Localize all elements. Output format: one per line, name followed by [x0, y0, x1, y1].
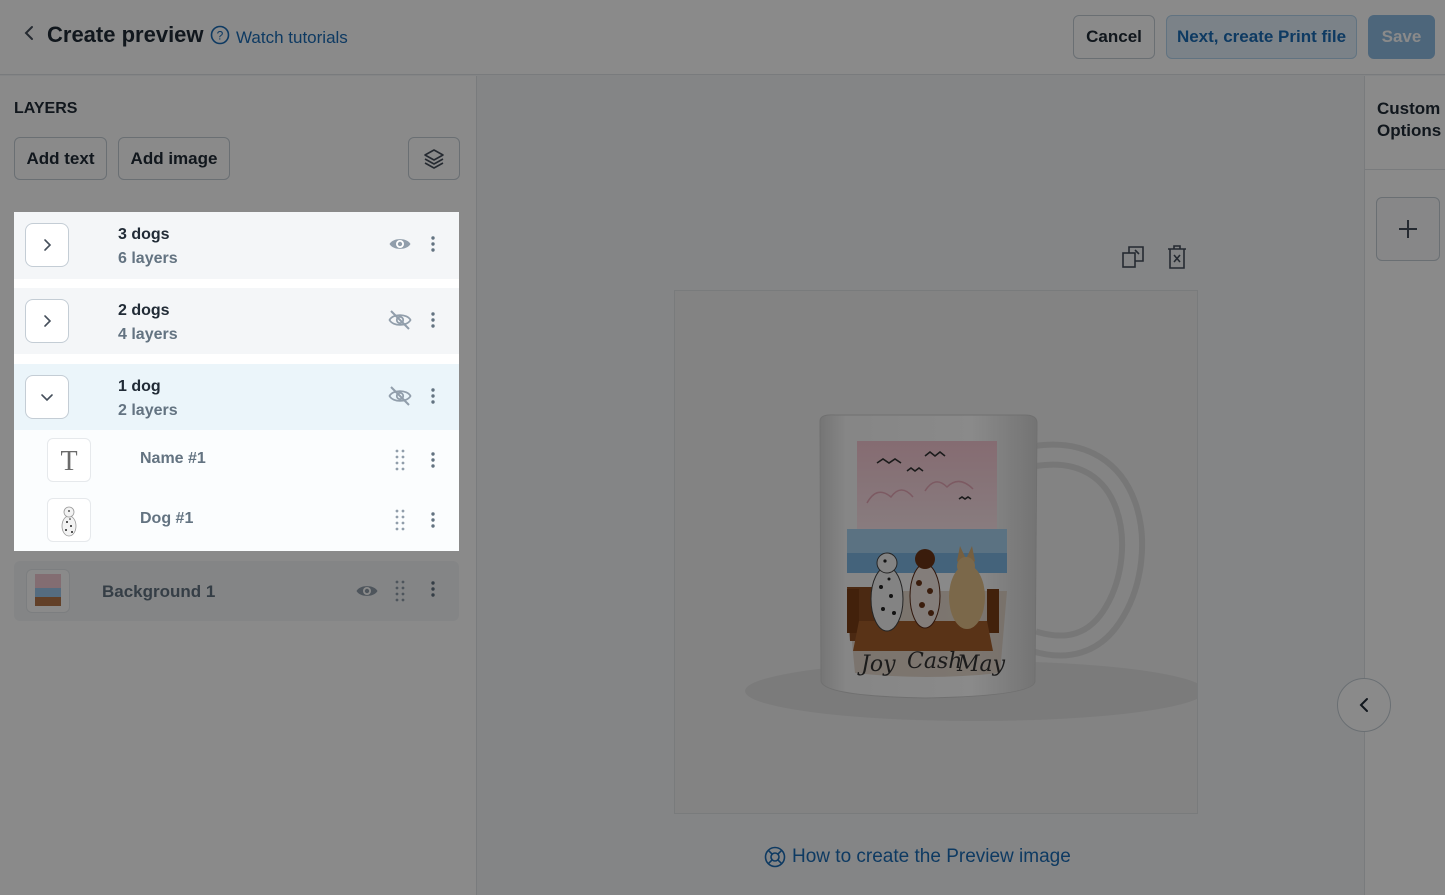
preview-canvas[interactable]: Joy Cash May	[674, 290, 1198, 814]
expand-button[interactable]	[25, 299, 69, 343]
group-layer-count: 4 layers	[118, 326, 178, 343]
background-thumb	[26, 569, 70, 613]
group-name: 1 dog	[118, 378, 161, 395]
drag-handle-icon[interactable]	[394, 447, 406, 473]
chevron-left-icon	[1359, 698, 1368, 712]
chevron-down-icon	[41, 394, 53, 402]
drag-handle-icon[interactable]	[394, 507, 406, 533]
save-button[interactable]: Save	[1368, 15, 1435, 59]
more-options-icon[interactable]	[425, 577, 441, 601]
preview-workspace: Joy Cash May How to create the Preview i…	[478, 76, 1363, 895]
more-options-icon[interactable]	[425, 508, 441, 532]
add-image-button[interactable]: Add image	[118, 137, 230, 180]
layer-item-dog-1[interactable]: Dog #1	[14, 490, 459, 551]
dog-image-thumb	[47, 498, 91, 542]
help-link-text: How to create the Preview image	[792, 846, 1071, 867]
more-options-icon[interactable]	[425, 232, 441, 256]
help-circle-icon[interactable]: ?	[210, 25, 230, 45]
layers-panel: LAYERS Add text Add image 3 dogs 6 layer…	[0, 76, 477, 895]
more-options-icon[interactable]	[425, 308, 441, 332]
custom-options-title: Custom Options	[1377, 99, 1442, 140]
text-layer-thumb: T	[47, 438, 91, 482]
chevron-right-icon	[44, 315, 52, 327]
eye-off-icon[interactable]	[388, 384, 412, 408]
layer-background-1[interactable]: Background 1	[14, 561, 459, 621]
custom-options-panel: Custom Options	[1364, 76, 1445, 895]
layer-group-3-dogs[interactable]: 3 dogs 6 layers	[14, 212, 459, 279]
mug-name-cash: Cash	[907, 649, 962, 674]
expand-button[interactable]	[25, 223, 69, 267]
chevron-right-icon	[44, 239, 52, 251]
layer-group-2-dogs[interactable]: 2 dogs 4 layers	[14, 288, 459, 354]
layers-stack-icon	[424, 148, 444, 169]
more-options-icon[interactable]	[425, 384, 441, 408]
group-layer-count: 2 layers	[118, 402, 178, 419]
svg-text:?: ?	[217, 29, 224, 43]
mug-name-joy: Joy	[857, 652, 896, 677]
drag-handle-icon[interactable]	[394, 578, 406, 604]
add-text-button[interactable]: Add text	[14, 137, 107, 180]
layer-name: Background 1	[102, 582, 216, 601]
eye-icon[interactable]	[355, 579, 379, 603]
cancel-button[interactable]: Cancel	[1073, 15, 1155, 59]
plus-icon	[1399, 220, 1417, 238]
toggle-panel-button[interactable]	[1337, 678, 1391, 732]
dalmatian-dog-icon	[61, 506, 77, 537]
group-name: 3 dogs	[118, 226, 170, 243]
text-t-icon: T	[60, 446, 77, 474]
svg-text:T: T	[60, 446, 77, 474]
collapse-button[interactable]	[25, 375, 69, 419]
mug-name-may: May	[956, 652, 1006, 677]
group-layer-count: 6 layers	[118, 250, 178, 267]
lifebuoy-icon	[764, 846, 786, 868]
top-header: Create preview ? Watch tutorials Cancel …	[0, 0, 1445, 75]
group-name: 2 dogs	[118, 302, 170, 319]
eye-off-icon[interactable]	[388, 308, 412, 332]
preview-help-link[interactable]: How to create the Preview image	[764, 846, 1071, 868]
divider	[1365, 169, 1445, 170]
back-chevron-icon[interactable]	[22, 22, 42, 46]
next-create-print-file-button[interactable]: Next, create Print file	[1166, 15, 1357, 59]
layer-name: Name #1	[140, 450, 206, 467]
layers-title: LAYERS	[14, 100, 78, 117]
layer-item-name-1[interactable]: T Name #1	[14, 430, 459, 490]
layer-name: Dog #1	[140, 510, 194, 527]
layers-stack-button[interactable]	[408, 137, 460, 180]
eye-icon[interactable]	[388, 232, 412, 256]
delete-icon[interactable]	[1166, 244, 1188, 270]
layer-group-1-dog[interactable]: 1 dog 2 layers	[14, 364, 459, 430]
duplicate-icon[interactable]	[1120, 244, 1146, 270]
watch-tutorials-link[interactable]: Watch tutorials	[236, 28, 348, 48]
page-title: Create preview	[47, 22, 204, 47]
more-options-icon[interactable]	[425, 448, 441, 472]
mug-mockup-image: Joy Cash May	[745, 414, 1197, 721]
add-custom-option-button[interactable]	[1376, 197, 1440, 261]
